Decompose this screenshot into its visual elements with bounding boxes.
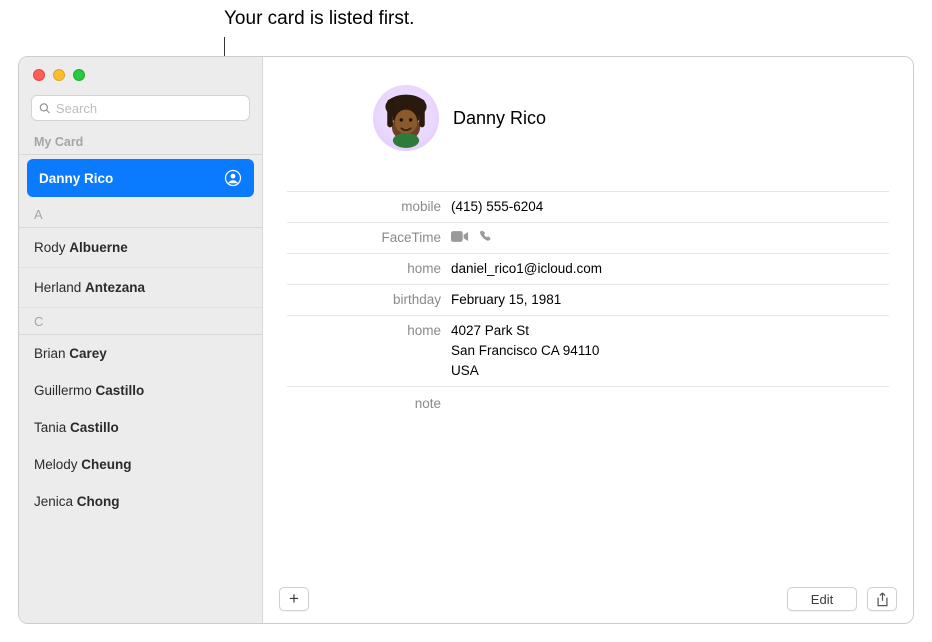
add-button[interactable]: +	[279, 587, 309, 611]
field-label: home	[287, 259, 451, 279]
phone-icon[interactable]	[479, 230, 492, 243]
contact-item[interactable]: Rody Albuerne	[19, 228, 262, 268]
field-value-address[interactable]: 4027 Park St San Francisco CA 94110 USA	[451, 321, 599, 381]
my-card-name: Danny Rico	[39, 171, 113, 186]
my-card-header: My Card	[19, 129, 262, 155]
field-email: home daniel_rico1@icloud.com	[287, 253, 889, 284]
avatar[interactable]	[373, 85, 439, 151]
search-field[interactable]	[31, 95, 250, 121]
contact-item[interactable]: Melody Cheung	[19, 446, 262, 483]
edit-button[interactable]: Edit	[787, 587, 857, 611]
contact-item[interactable]: Jenica Chong	[19, 483, 262, 520]
contact-name: Melody Cheung	[34, 457, 132, 472]
me-card-icon	[224, 169, 242, 187]
share-icon	[876, 592, 889, 607]
detail-toolbar: + Edit	[263, 575, 913, 623]
sidebar: My Card Danny Rico A Rody Albuerne Herla…	[19, 57, 263, 623]
facetime-actions	[451, 228, 492, 243]
contact-item[interactable]: Herland Antezana	[19, 268, 262, 308]
contact-name: Tania Castillo	[34, 420, 119, 435]
contact-name: Brian Carey	[34, 346, 107, 361]
contact-name: Guillermo Castillo	[34, 383, 144, 398]
card-header: Danny Rico	[263, 57, 913, 191]
field-facetime: FaceTime	[287, 222, 889, 253]
window-controls	[19, 57, 262, 81]
contact-name: Herland Antezana	[34, 280, 145, 295]
minimize-button[interactable]	[53, 69, 65, 81]
search-input[interactable]	[56, 101, 242, 116]
field-value-email[interactable]: daniel_rico1@icloud.com	[451, 259, 602, 279]
field-label: home	[287, 321, 451, 341]
video-icon[interactable]	[451, 230, 469, 243]
field-note: note	[287, 387, 889, 419]
field-label: note	[287, 394, 451, 414]
field-mobile: mobile (415) 555-6204	[287, 191, 889, 222]
contact-item[interactable]: Tania Castillo	[19, 409, 262, 446]
section-header-c: C	[19, 308, 262, 335]
field-label: FaceTime	[287, 228, 451, 248]
contact-detail-pane: Danny Rico mobile (415) 555-6204 FaceTim…	[263, 57, 913, 623]
card-name: Danny Rico	[453, 108, 546, 129]
field-value-birthday: February 15, 1981	[451, 290, 561, 310]
memoji-icon	[376, 88, 436, 148]
field-label: birthday	[287, 290, 451, 310]
my-card-item[interactable]: Danny Rico	[27, 159, 254, 197]
share-button[interactable]	[867, 587, 897, 611]
callout-text: Your card is listed first.	[224, 8, 414, 30]
contacts-window: My Card Danny Rico A Rody Albuerne Herla…	[18, 56, 914, 624]
section-header-a: A	[19, 201, 262, 228]
contact-name: Jenica Chong	[34, 494, 120, 509]
field-label: mobile	[287, 197, 451, 217]
search-icon	[39, 102, 51, 115]
field-address: home 4027 Park St San Francisco CA 94110…	[287, 315, 889, 387]
field-birthday: birthday February 15, 1981	[287, 284, 889, 315]
card-fields: mobile (415) 555-6204 FaceTime home dani…	[263, 191, 913, 419]
contact-item[interactable]: Guillermo Castillo	[19, 372, 262, 409]
contact-name: Rody Albuerne	[34, 240, 128, 255]
contact-item[interactable]: Brian Carey	[19, 335, 262, 372]
fullscreen-button[interactable]	[73, 69, 85, 81]
field-value-mobile[interactable]: (415) 555-6204	[451, 197, 543, 217]
search-container	[19, 81, 262, 129]
close-button[interactable]	[33, 69, 45, 81]
